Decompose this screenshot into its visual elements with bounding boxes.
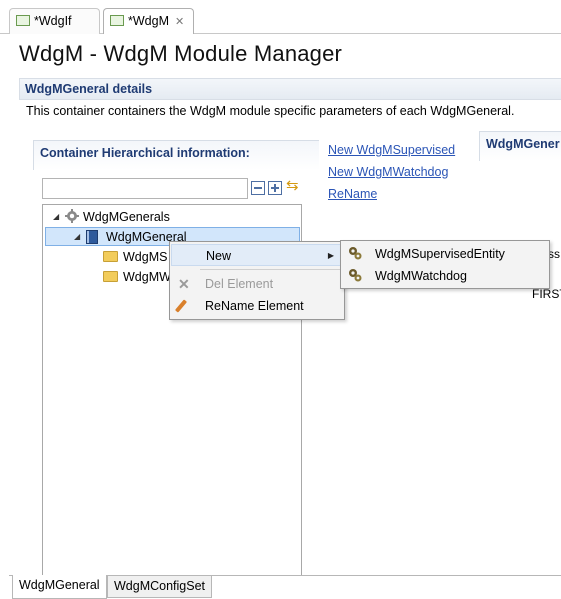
close-icon[interactable]: ✕ [175, 15, 184, 28]
editor-file-icon [110, 15, 124, 26]
folder-icon [103, 271, 118, 282]
right-section-title: WdgMGener [486, 137, 560, 151]
details-section-title: WdgMGeneral details [25, 82, 153, 96]
hierarchy-section-title: Container Hierarchical information: [40, 146, 250, 160]
context-menu: New ▶ ✕ Del Element ReName Element [169, 241, 345, 320]
tree-node-wdgmgenerals[interactable]: ◢ WdgMGenerals [53, 208, 170, 226]
editor-tab-wdgif[interactable]: *WdgIf [9, 8, 100, 34]
menu-item-label: New [206, 249, 232, 263]
editor-tab-wdgm[interactable]: *WdgM ✕ [103, 8, 194, 34]
menu-item-label: Del Element [205, 277, 274, 291]
tree-node-wdgmw[interactable]: WdgMW [103, 268, 171, 286]
expanded-twisty-icon[interactable]: ◢ [74, 228, 80, 246]
expand-all-icon[interactable] [268, 181, 282, 195]
tree-filter-input[interactable] [42, 178, 248, 199]
editor-tab-label: *WdgM [128, 14, 169, 28]
submenu-item-watchdog[interactable]: WdgMWatchdog [343, 265, 547, 287]
tree-node-label: WdgMW [123, 270, 171, 284]
collapse-all-icon[interactable] [251, 181, 265, 195]
pencil-icon [174, 299, 188, 313]
editor-file-icon [16, 15, 30, 26]
sync-icon[interactable]: ⇆ [286, 178, 300, 194]
folder-icon [103, 251, 118, 262]
right-text-fragment: FIRST [532, 287, 561, 301]
tree-node-wdgms[interactable]: WdgMS [103, 248, 167, 266]
gears-icon [349, 247, 362, 260]
new-watchdog-link[interactable]: New WdgMWatchdog [328, 165, 448, 179]
rename-link[interactable]: ReName [328, 187, 377, 201]
new-supervised-link[interactable]: New WdgMSupervised [328, 143, 460, 157]
tree-node-label: WdgMGenerals [83, 210, 170, 224]
container-icon [86, 230, 98, 244]
tab-wdgmconfigset[interactable]: WdgMConfigSet [107, 576, 213, 598]
editor-tab-label: *WdgIf [34, 14, 72, 28]
new-submenu: WdgMSupervisedEntity WdgMWatchdog [340, 240, 550, 289]
menu-item-rename-element[interactable]: ReName Element [171, 295, 343, 317]
menu-separator [200, 269, 340, 270]
menu-item-new[interactable]: New ▶ [171, 244, 343, 266]
submenu-item-label: WdgMWatchdog [375, 269, 467, 283]
menu-item-label: ReName Element [205, 299, 304, 313]
submenu-item-supervised-entity[interactable]: WdgMSupervisedEntity [343, 243, 547, 265]
gears-icon [349, 269, 362, 282]
expanded-twisty-icon[interactable]: ◢ [53, 208, 59, 226]
menu-item-del-element[interactable]: ✕ Del Element [171, 273, 343, 295]
details-description: This container containers the WdgM modul… [26, 104, 515, 118]
submenu-arrow-icon: ▶ [327, 251, 334, 260]
delete-icon: ✕ [178, 276, 190, 292]
tab-wdgmgeneral[interactable]: WdgMGeneral [12, 575, 107, 599]
editor-tab-strip: *WdgIf *WdgM ✕ [0, 0, 561, 34]
gear-icon [65, 209, 79, 223]
form-tab-strip: WdgMGeneral WdgMConfigSet [9, 575, 561, 599]
page-title: WdgM - WdgM Module Manager [19, 41, 343, 66]
tree-node-label: WdgMS [123, 250, 168, 264]
submenu-item-label: WdgMSupervisedEntity [375, 247, 505, 261]
